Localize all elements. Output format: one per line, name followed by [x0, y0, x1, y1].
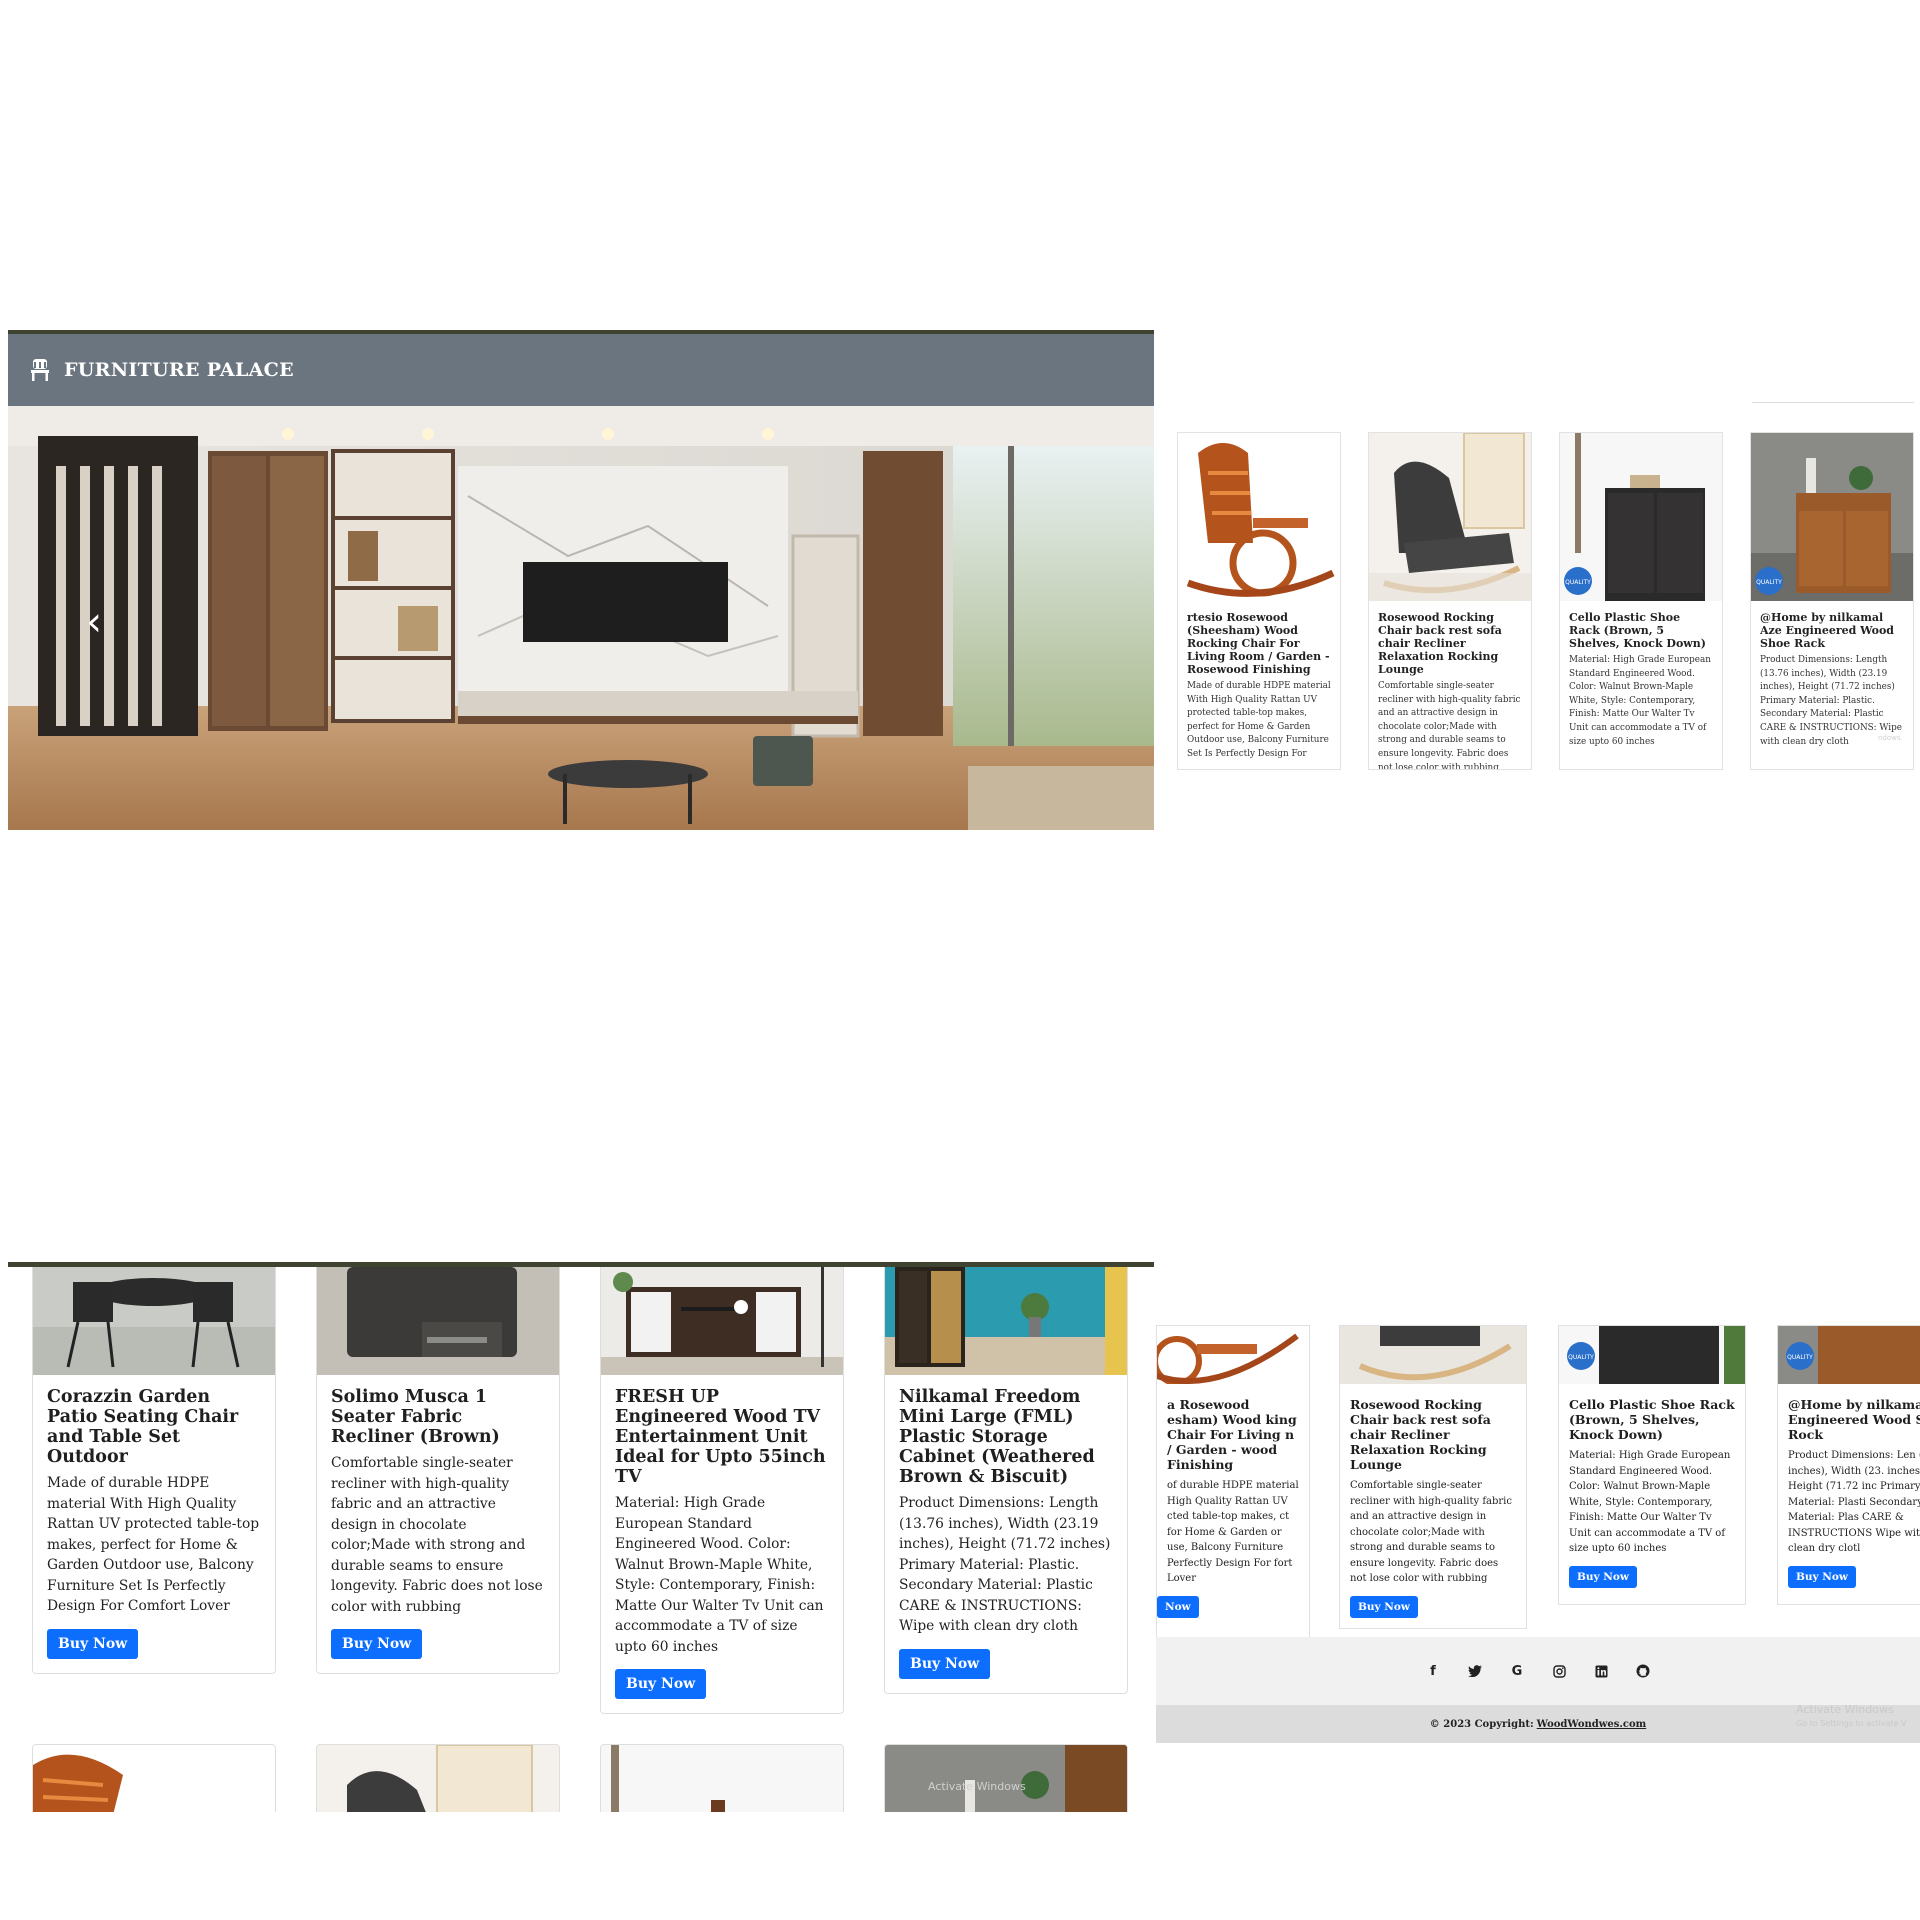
product-title: @Home by nilkamal Engineered Wood Sh Roc…: [1788, 1397, 1920, 1442]
instagram-icon[interactable]: [1549, 1661, 1569, 1681]
tv-unit-image: [601, 1267, 843, 1375]
buy-now-button[interactable]: Buy Now: [1788, 1565, 1856, 1588]
product-card[interactable]: [600, 1744, 844, 1812]
product-card[interactable]: Rosewood Rocking Chair back rest sofa ch…: [1368, 432, 1532, 770]
activate-windows-watermark: Activate Windows Go to Settings to activ…: [1796, 1703, 1907, 1730]
small-product-row: rtesio Rosewood (Sheesham) Wood Rocking …: [1170, 400, 1920, 770]
svg-text:QUALITY: QUALITY: [1568, 1354, 1594, 1361]
product-title: a Rosewood esham) Wood king Chair For Li…: [1167, 1397, 1297, 1472]
product-card[interactable]: Nilkamal Freedom Mini Large (FML) Plasti…: [884, 1267, 1128, 1694]
svg-text:QUALITY: QUALITY: [1565, 579, 1591, 586]
product-card[interactable]: [32, 1744, 276, 1812]
product-description: Material: High Grade European Standard E…: [1569, 1450, 1731, 1554]
product-title: FRESH UP Engineered Wood TV Entertainmen…: [615, 1387, 826, 1487]
product-card[interactable]: QUALITY @Home by nilkamal Aze Engineered…: [1750, 432, 1914, 770]
google-icon[interactable]: G: [1507, 1661, 1527, 1681]
divider: [1752, 402, 1914, 403]
activate-windows-watermark: Activate Windows: [928, 1780, 1026, 1793]
product-description: Material: High Grade European Standard E…: [615, 1495, 824, 1655]
shoe-rack-image: [601, 1745, 843, 1812]
product-description: Product Dimensions: Length (13.76 inches…: [899, 1495, 1111, 1634]
cards-and-footer-panel: a Rosewood esham) Wood king Chair For Li…: [1156, 1325, 1920, 1745]
product-description: Comfortable single-seater recliner with …: [1378, 681, 1521, 770]
product-description: Product Dimensions: Len (13.76 inches), …: [1788, 1450, 1920, 1554]
header-hero-panel: FURNITURE PALACE ‹: [8, 330, 1154, 830]
activate-windows-watermark: ndows.: [1878, 734, 1903, 742]
rocking-chair-image: [1157, 1326, 1309, 1384]
svg-text:QUALITY: QUALITY: [1756, 579, 1782, 586]
hero-image: [8, 406, 1154, 830]
buy-now-button[interactable]: Buy Now: [47, 1628, 139, 1659]
wood-shoe-rack-image: [885, 1745, 1127, 1812]
product-description: Material: High Grade European Standard E…: [1569, 655, 1711, 747]
footer-social-bar: f G: [1156, 1637, 1920, 1705]
product-description: Comfortable single-seater recliner with …: [1350, 1480, 1512, 1584]
product-card[interactable]: Rosewood Rocking Chair back rest sofa ch…: [1339, 1325, 1527, 1629]
lounge-chair-image: [1340, 1326, 1526, 1384]
product-card[interactable]: rtesio Rosewood (Sheesham) Wood Rocking …: [1177, 432, 1341, 770]
patio-set-image: [33, 1267, 275, 1375]
rocking-chair-image: [1178, 433, 1340, 601]
product-card[interactable]: QUALITY Cello Plastic Shoe Rack (Brown, …: [1559, 432, 1723, 770]
product-title: @Home by nilkamal Aze Engineered Wood Sh…: [1760, 611, 1894, 650]
large-product-row: Corazzin Garden Patio Seating Chair and …: [8, 1262, 1154, 1812]
buy-now-button[interactable]: Now: [1157, 1595, 1199, 1618]
product-card[interactable]: Solimo Musca 1 Seater Fabric Recliner (B…: [316, 1267, 560, 1674]
navbar: FURNITURE PALACE: [8, 334, 1154, 406]
wood-shoe-rack-image: QUALITY: [1751, 433, 1913, 601]
wood-shoe-rack-image: QUALITY: [1778, 1326, 1920, 1384]
svg-text:QUALITY: QUALITY: [1787, 1354, 1813, 1361]
buy-now-button[interactable]: Buy Now: [615, 1669, 707, 1699]
product-card[interactable]: QUALITY @Home by nilkamal Engineered Woo…: [1777, 1325, 1920, 1605]
twitter-icon[interactable]: [1465, 1661, 1485, 1681]
github-icon[interactable]: [1633, 1661, 1653, 1681]
storage-cabinet-image: [885, 1267, 1127, 1375]
facebook-icon[interactable]: f: [1423, 1661, 1443, 1681]
product-description: Comfortable single-seater recliner with …: [331, 1455, 543, 1615]
product-card[interactable]: [884, 1744, 1128, 1812]
product-description: Made of durable HDPE material With High …: [1187, 681, 1331, 759]
hero-carousel: ‹: [8, 406, 1154, 830]
product-card[interactable]: FRESH UP Engineered Wood TV Entertainmen…: [600, 1267, 844, 1714]
buy-now-button[interactable]: Buy Now: [1350, 1595, 1418, 1618]
lounge-chair-image: [1369, 433, 1531, 601]
buy-now-button[interactable]: Buy Now: [1569, 1565, 1637, 1588]
watermark-subtitle: Go to Settings to activate V: [1796, 1719, 1907, 1728]
product-title: Solimo Musca 1 Seater Fabric Recliner (B…: [331, 1387, 500, 1447]
chair-icon: [31, 359, 49, 381]
linkedin-icon[interactable]: [1591, 1661, 1611, 1681]
buy-now-button[interactable]: Buy Now: [331, 1629, 423, 1659]
copyright-link[interactable]: WoodWondwes.com: [1537, 1719, 1647, 1730]
product-card[interactable]: QUALITY Cello Plastic Shoe Rack (Brown, …: [1558, 1325, 1746, 1605]
product-title: Cello Plastic Shoe Rack (Brown, 5 Shelve…: [1569, 611, 1706, 650]
product-title: Corazzin Garden Patio Seating Chair and …: [47, 1387, 239, 1467]
product-title: Rosewood Rocking Chair back rest sofa ch…: [1350, 1397, 1491, 1472]
product-card[interactable]: [316, 1744, 560, 1812]
product-title: rtesio Rosewood (Sheesham) Wood Rocking …: [1187, 611, 1330, 676]
lounge-chair-image: [317, 1745, 559, 1812]
product-title: Cello Plastic Shoe Rack (Brown, 5 Shelve…: [1569, 1397, 1735, 1442]
recliner-image: [317, 1267, 559, 1375]
product-description: Made of durable HDPE material With High …: [47, 1475, 260, 1614]
brand-name[interactable]: FURNITURE PALACE: [64, 359, 294, 381]
product-title: Rosewood Rocking Chair back rest sofa ch…: [1378, 611, 1502, 676]
copyright-text: © 2023 Copyright:: [1429, 1718, 1534, 1730]
shoe-rack-image: QUALITY: [1559, 1326, 1745, 1384]
rocking-chair-image: [33, 1745, 275, 1812]
watermark-title: Activate Windows: [1796, 1703, 1894, 1716]
carousel-prev-button[interactable]: ‹: [86, 602, 102, 642]
product-card[interactable]: Corazzin Garden Patio Seating Chair and …: [32, 1267, 276, 1674]
shoe-rack-image: QUALITY: [1560, 433, 1722, 601]
buy-now-button[interactable]: Buy Now: [899, 1648, 991, 1679]
product-card[interactable]: a Rosewood esham) Wood king Chair For Li…: [1156, 1325, 1310, 1645]
product-description: of durable HDPE material High Quality Ra…: [1167, 1480, 1299, 1584]
product-title: Nilkamal Freedom Mini Large (FML) Plasti…: [899, 1387, 1095, 1487]
